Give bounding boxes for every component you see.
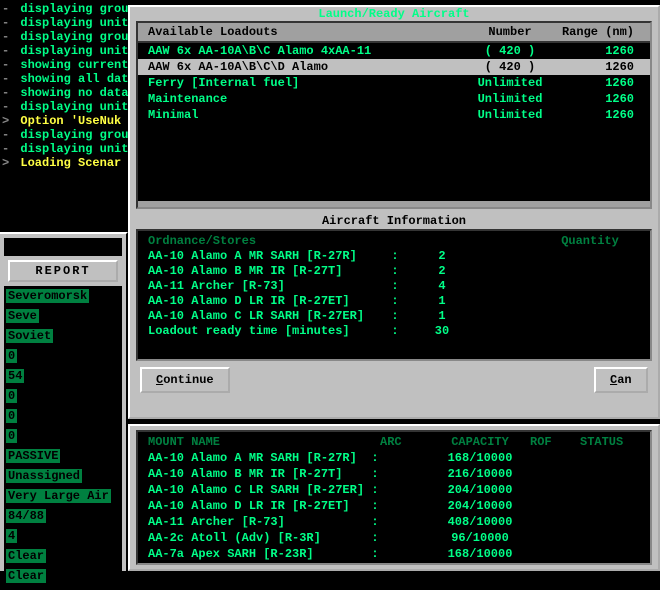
sidebar-item[interactable]: Very Large Air: [6, 489, 111, 503]
mount-row: AA-10 Alamo D LR IR [R-27ET]:204/10000: [148, 498, 640, 514]
aircraft-info-panel: Ordnance/Stores Quantity AA-10 Alamo A M…: [136, 229, 652, 361]
sidebar: REPORT Severomorsk Seve Soviet 0 54 0 0 0 PASSIV…: [0, 232, 128, 571]
cancel-label-rest: an: [617, 373, 631, 387]
hdr-status: STATUS: [580, 434, 640, 450]
mount-row: AA-10 Alamo B MR IR [R-27T]:216/10000: [148, 466, 640, 482]
hdr-arc: ARC: [380, 434, 430, 450]
info-row: AA-11 Archer [R-73]:4: [148, 279, 640, 294]
hdr-quantity: Quantity: [540, 233, 640, 249]
info-row: Loadout ready time [minutes]:30: [148, 324, 640, 339]
hdr-capacity: CAPACITY: [430, 434, 530, 450]
sidebar-blank: [4, 238, 122, 256]
launch-ready-dialog: Launch/Ready Aircraft Available Loadouts…: [128, 5, 660, 419]
sidebar-item[interactable]: 0: [6, 429, 17, 443]
dialog-button-row: Continue Can: [130, 361, 658, 393]
mount-row: AA-10 Alamo A MR SARH [R-27R]:168/10000: [148, 450, 640, 466]
continue-button[interactable]: Continue: [140, 367, 230, 393]
mount-inner: MOUNT NAME ARC CAPACITY ROF STATUS AA-10…: [136, 430, 652, 565]
sidebar-item[interactable]: Severomorsk: [6, 289, 89, 303]
sidebar-item[interactable]: 0: [6, 349, 17, 363]
hdr-mountname: MOUNT NAME: [148, 434, 370, 450]
hdr-number: Number: [470, 25, 550, 39]
sidebar-item[interactable]: 54: [6, 369, 24, 383]
mount-row: AA-7a Apex SARH [R-23R]:168/10000: [148, 546, 640, 562]
hdr-rof: ROF: [530, 434, 580, 450]
report-button[interactable]: REPORT: [8, 260, 118, 282]
loadouts-body[interactable]: AAW 6x AA-10A\B\C Alamo 4xAA-11( 420 )12…: [138, 41, 650, 201]
loadouts-header: Available Loadouts Number Range (nm): [138, 23, 650, 41]
loadout-row[interactable]: AAW 6x AA-10A\B\C\D Alamo( 420 )1260: [138, 59, 650, 75]
loadouts-panel: Available Loadouts Number Range (nm) AAW…: [136, 21, 652, 209]
info-header: Ordnance/Stores Quantity: [148, 233, 640, 249]
hdr-ordnance: Ordnance/Stores: [148, 233, 540, 249]
mount-row: AA-10 Alamo C LR SARH [R-27ER]:204/10000: [148, 482, 640, 498]
info-row: AA-10 Alamo B MR IR [R-27T]:2: [148, 264, 640, 279]
loadout-row[interactable]: Ferry [Internal fuel]Unlimited1260: [138, 75, 650, 91]
loadout-row[interactable]: MaintenanceUnlimited1260: [138, 91, 650, 107]
hdr-loadouts: Available Loadouts: [148, 25, 470, 39]
cancel-button[interactable]: Can: [594, 367, 648, 393]
aircraft-info-title: Aircraft Information: [130, 213, 658, 229]
loadout-row[interactable]: AAW 6x AA-10A\B\C Alamo 4xAA-11( 420 )12…: [138, 43, 650, 59]
sidebar-list: Severomorsk Seve Soviet 0 54 0 0 0 PASSIVE Unassi…: [4, 286, 122, 590]
sidebar-item[interactable]: 0: [6, 389, 17, 403]
sidebar-item[interactable]: Clear: [6, 549, 46, 563]
info-row: AA-10 Alamo A MR SARH [R-27R]:2: [148, 249, 640, 264]
mount-header: MOUNT NAME ARC CAPACITY ROF STATUS: [148, 434, 640, 450]
sidebar-item[interactable]: Clear: [6, 569, 46, 583]
sidebar-item[interactable]: Unassigned: [6, 469, 82, 483]
sidebar-item[interactable]: Seve: [6, 309, 39, 323]
mount-row: AA-11 Archer [R-73]:408/10000: [148, 514, 640, 530]
sidebar-item[interactable]: 84/88: [6, 509, 46, 523]
hdr-range: Range (nm): [550, 25, 640, 39]
sidebar-item[interactable]: Soviet: [6, 329, 53, 343]
loadout-row[interactable]: MinimalUnlimited1260: [138, 107, 650, 123]
info-row: AA-10 Alamo D LR IR [R-27ET]:1: [148, 294, 640, 309]
mount-row: AA-2c Atoll (Adv) [R-3R]:96/10000: [148, 530, 640, 546]
sidebar-item[interactable]: 4: [6, 529, 17, 543]
continue-label-rest: ontinue: [163, 373, 213, 387]
dialog-title: Launch/Ready Aircraft: [130, 7, 658, 21]
sidebar-item[interactable]: PASSIVE: [6, 449, 60, 463]
info-row: AA-10 Alamo C LR SARH [R-27ER]:1: [148, 309, 640, 324]
mount-panel: MOUNT NAME ARC CAPACITY ROF STATUS AA-10…: [128, 424, 660, 571]
sidebar-item[interactable]: 0: [6, 409, 17, 423]
